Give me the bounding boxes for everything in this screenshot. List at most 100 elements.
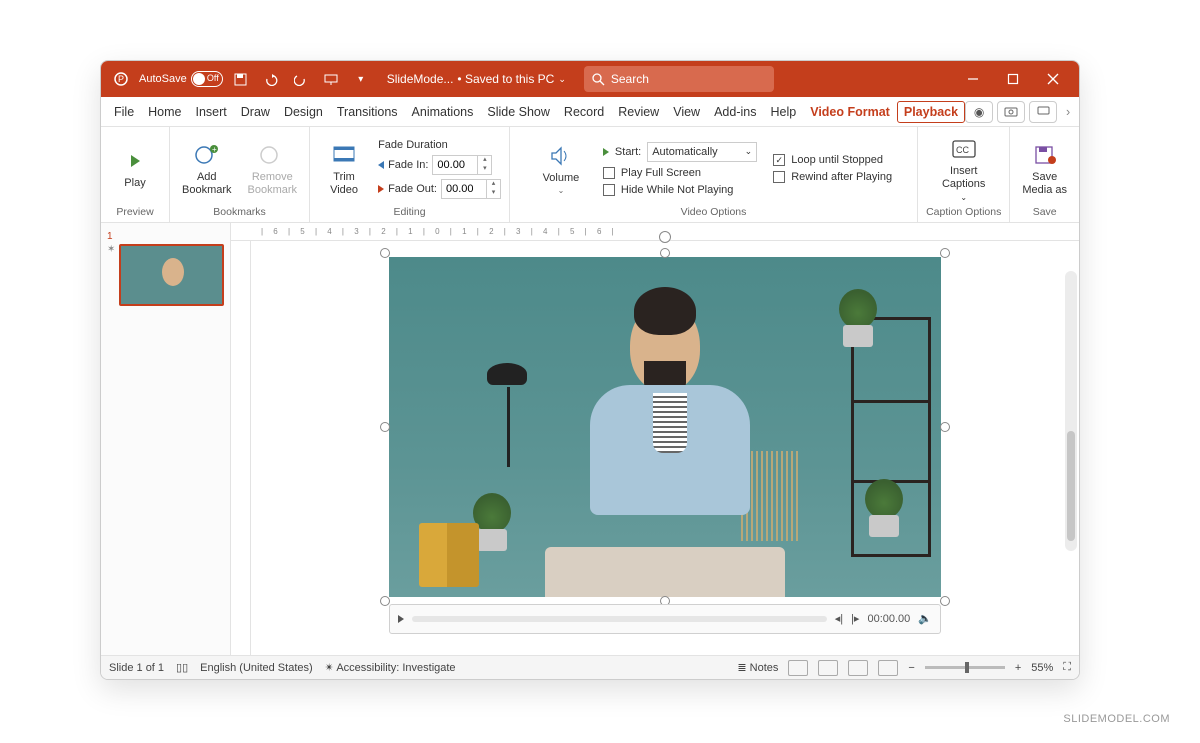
trim-video-button[interactable]: Trim Video <box>318 131 370 206</box>
resize-handle[interactable] <box>380 422 390 432</box>
document-name: SlideMode... <box>387 72 454 86</box>
fade-out-label: Fade Out: <box>388 183 437 195</box>
zoom-in-button[interactable]: + <box>1015 662 1021 674</box>
notes-button[interactable]: ≣ Notes <box>737 661 778 674</box>
hide-not-playing-checkbox[interactable]: Hide While Not Playing <box>603 184 757 196</box>
fade-duration-label: Fade Duration <box>378 139 501 151</box>
save-icon[interactable] <box>229 67 253 91</box>
group-bookmarks: + Add Bookmark Remove Bookmark Bookmarks <box>170 127 310 222</box>
tab-design[interactable]: Design <box>277 97 330 127</box>
add-bookmark-button[interactable]: + Add Bookmark <box>178 131 236 206</box>
svg-text:P: P <box>118 74 124 84</box>
svg-text:+: + <box>212 145 217 154</box>
fade-out-icon <box>378 185 384 193</box>
camera-icon[interactable] <box>997 101 1025 123</box>
autosave-toggle[interactable]: AutoSave Off <box>139 71 223 87</box>
save-media-button[interactable]: Save Media as <box>1018 131 1071 206</box>
plant-graphic <box>861 477 907 537</box>
video-mute-icon[interactable]: 🔈 <box>918 612 932 625</box>
undo-icon[interactable] <box>259 67 283 91</box>
save-status[interactable]: • Saved to this PC <box>457 72 554 86</box>
horizontal-ruler: | 6 | 5 | 4 | 3 | 2 | 1 | 0 | 1 | 2 | 3 … <box>231 223 1079 241</box>
group-preview: Play Preview <box>101 127 170 222</box>
tab-animations[interactable]: Animations <box>405 97 481 127</box>
tab-transitions[interactable]: Transitions <box>330 97 405 127</box>
autosave-label: AutoSave <box>139 73 187 85</box>
titlebar: P AutoSave Off ▾ SlideMode... • Saved to… <box>101 61 1079 97</box>
minimize-button[interactable] <box>955 65 991 93</box>
record-mode-icon[interactable]: ◉ <box>965 101 993 123</box>
tab-file[interactable]: File <box>107 97 141 127</box>
redo-icon[interactable] <box>289 67 313 91</box>
workspace: 1 ✶ | 6 | 5 | 4 | 3 | 2 | 1 | 0 | 1 | 2 … <box>101 223 1079 655</box>
accessibility-status[interactable]: ✴ Accessibility: Investigate <box>325 661 456 674</box>
close-button[interactable] <box>1035 65 1071 93</box>
tab-view[interactable]: View <box>666 97 707 127</box>
resize-handle[interactable] <box>660 248 670 258</box>
zoom-slider[interactable] <box>925 666 1005 669</box>
tab-home[interactable]: Home <box>141 97 188 127</box>
present-icon[interactable] <box>319 67 343 91</box>
normal-view-icon[interactable] <box>788 660 808 676</box>
plant-graphic <box>835 287 881 347</box>
resize-handle[interactable] <box>940 248 950 258</box>
play-full-screen-checkbox[interactable]: Play Full Screen <box>603 167 757 179</box>
loop-checkbox[interactable]: ✓Loop until Stopped <box>773 154 892 166</box>
book-icon: ▯▯ <box>176 661 188 674</box>
language-status[interactable]: English (United States) <box>200 662 313 674</box>
resize-handle[interactable] <box>940 596 950 606</box>
tab-video-format[interactable]: Video Format <box>803 97 897 127</box>
start-dropdown[interactable]: Automatically⌄ <box>647 142 757 162</box>
qat-more-icon[interactable]: ▾ <box>349 67 373 91</box>
rewind-checkbox[interactable]: Rewind after Playing <box>773 171 892 183</box>
tab-slideshow[interactable]: Slide Show <box>480 97 557 127</box>
video-play-icon[interactable] <box>398 615 404 623</box>
sorter-view-icon[interactable] <box>818 660 838 676</box>
status-bar: Slide 1 of 1 ▯▯ English (United States) … <box>101 655 1079 679</box>
play-button[interactable]: Play <box>109 131 161 206</box>
slide-canvas[interactable]: ◂| |▸ 00:00.00 🔈 <box>251 241 1079 655</box>
resize-handle[interactable] <box>940 422 950 432</box>
app-icon: P <box>109 67 133 91</box>
video-object[interactable] <box>389 257 941 597</box>
step-forward-icon[interactable]: |▸ <box>851 612 859 625</box>
group-save: Save Media as Save <box>1010 127 1079 222</box>
slideshow-view-icon[interactable] <box>878 660 898 676</box>
slide-count[interactable]: Slide 1 of 1 <box>109 662 164 674</box>
tab-addins[interactable]: Add-ins <box>707 97 763 127</box>
slide-editor: | 6 | 5 | 4 | 3 | 2 | 1 | 0 | 1 | 2 | 3 … <box>231 223 1079 655</box>
comments-icon[interactable] <box>1029 101 1057 123</box>
tab-insert[interactable]: Insert <box>189 97 234 127</box>
page-scrollbar[interactable] <box>1065 271 1077 551</box>
resize-handle[interactable] <box>380 248 390 258</box>
fit-window-icon[interactable]: ⛶ <box>1063 661 1071 674</box>
zoom-level[interactable]: 55% <box>1031 662 1053 674</box>
search-box[interactable]: Search <box>584 66 774 92</box>
ribbon-tabs: File Home Insert Draw Design Transitions… <box>101 97 1079 127</box>
video-time: 00:00.00 <box>867 613 910 625</box>
tab-playback[interactable]: Playback <box>897 101 965 123</box>
person-graphic <box>590 301 740 531</box>
powerpoint-window: P AutoSave Off ▾ SlideMode... • Saved to… <box>100 60 1080 680</box>
svg-text:CC: CC <box>956 145 969 155</box>
video-progress-bar[interactable] <box>412 616 827 622</box>
maximize-button[interactable] <box>995 65 1031 93</box>
fade-out-input[interactable]: ▴▾ <box>441 179 501 199</box>
ribbon-expand-icon[interactable]: › <box>1061 105 1075 119</box>
tab-help[interactable]: Help <box>763 97 803 127</box>
fade-in-input[interactable]: ▴▾ <box>432 155 492 175</box>
lamp-graphic <box>479 357 539 467</box>
tab-record[interactable]: Record <box>557 97 611 127</box>
slide-thumbnail-1[interactable] <box>119 244 224 306</box>
zoom-out-button[interactable]: − <box>908 662 914 674</box>
step-back-icon[interactable]: ◂| <box>835 612 843 625</box>
volume-button[interactable]: Volume ⌄ <box>535 140 587 198</box>
tab-review[interactable]: Review <box>611 97 666 127</box>
start-label: Start: <box>615 146 641 158</box>
tab-draw[interactable]: Draw <box>234 97 277 127</box>
reading-view-icon[interactable] <box>848 660 868 676</box>
fade-in-label: Fade In: <box>388 159 428 171</box>
vertical-ruler <box>231 241 251 655</box>
insert-captions-button[interactable]: CC Insert Captions⌄ <box>938 131 990 206</box>
resize-handle[interactable] <box>380 596 390 606</box>
